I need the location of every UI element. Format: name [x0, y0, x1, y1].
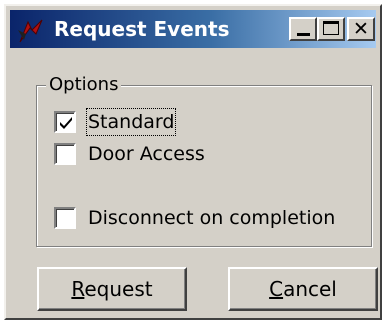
options-group-label: Options: [46, 74, 122, 96]
disconnect-on-completion-label[interactable]: Disconnect on completion: [88, 206, 335, 230]
request-label-rest: equest: [84, 277, 153, 301]
minimize-button[interactable]: [289, 17, 317, 41]
checkmark-icon: [60, 117, 72, 129]
request-mnemonic: R: [71, 277, 85, 301]
door-access-checkbox[interactable]: [54, 143, 76, 165]
door-access-label[interactable]: Door Access: [88, 142, 205, 166]
close-button[interactable]: ✕: [347, 17, 375, 41]
request-button[interactable]: Request: [37, 267, 187, 311]
cancel-mnemonic: C: [269, 277, 284, 301]
standard-checkbox[interactable]: [54, 111, 76, 133]
disconnect-on-completion-checkbox[interactable]: [54, 207, 76, 229]
title-bar[interactable]: Request Events ✕: [10, 10, 376, 48]
window-title: Request Events: [54, 17, 230, 41]
request-events-dialog: Request Events ✕ Options Standard Door A…: [4, 4, 382, 320]
maximize-button[interactable]: [317, 17, 345, 41]
app-icon: [16, 16, 46, 44]
close-icon: ✕: [353, 18, 369, 40]
minimize-icon: [297, 33, 310, 36]
cancel-button[interactable]: Cancel: [228, 267, 378, 311]
standard-label[interactable]: Standard: [85, 108, 177, 136]
maximize-icon: [323, 21, 339, 35]
cancel-label-rest: ancel: [283, 277, 337, 301]
